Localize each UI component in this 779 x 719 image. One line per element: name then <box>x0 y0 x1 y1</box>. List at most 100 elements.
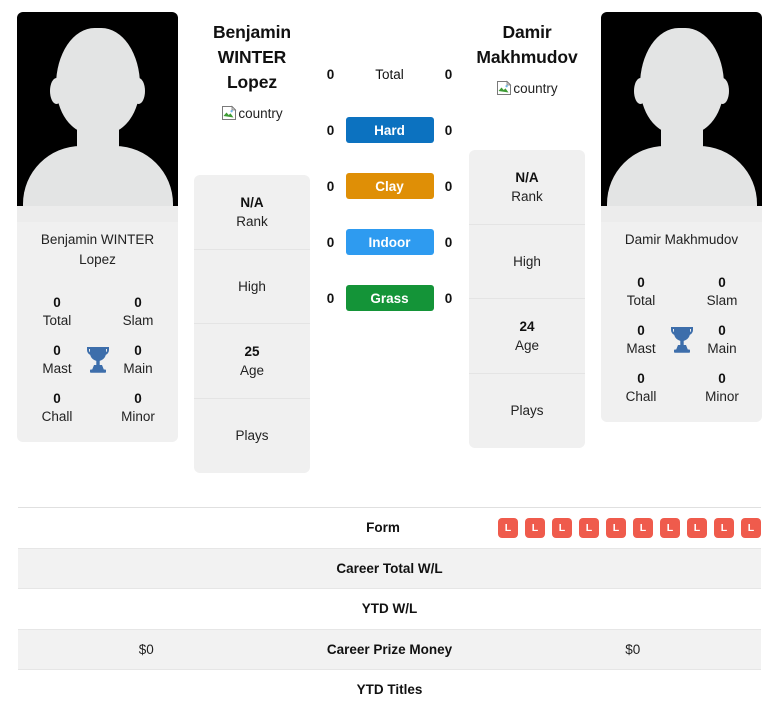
left-player-name-line2: WINTER Lopez <box>217 47 287 92</box>
right-titles-mast: 0 Mast <box>611 322 671 358</box>
right-titles-stats: 0 Total 0 Slam 0 Mast 0 Main 0 Chall 0 M… <box>601 256 762 422</box>
left-titles-stats: 0 Total 0 Slam 0 Mast 0 Main 0 Chall 0 M… <box>17 276 178 442</box>
left-player-name-line1: Benjamin <box>213 22 291 42</box>
left-titles-slam-value: 0 <box>134 295 142 310</box>
right-titles-main: 0 Main <box>692 322 752 358</box>
left-info-rank: N/A Rank <box>194 175 310 250</box>
left-player-name: Benjamin WINTER Lopez <box>194 20 310 95</box>
form-result-badge: L <box>525 517 545 538</box>
photo-bottom-strip <box>601 206 762 222</box>
right-country-flag-wrap: country <box>469 80 585 96</box>
left-titles-slam: 0 Slam <box>108 294 168 330</box>
left-titles-main-label: Main <box>123 361 153 376</box>
table-row-career-total-wl: Career Total W/L <box>18 547 761 588</box>
left-titles-chall-value: 0 <box>53 391 61 406</box>
table-row-career-prize-money: $0 Career Prize Money $0 <box>18 628 761 669</box>
left-titles-row-2: 0 Mast 0 Main <box>27 342 168 378</box>
right-info-plays-label: Plays <box>510 403 544 419</box>
career-prize-money-label: Career Prize Money <box>326 641 453 657</box>
left-country-alt-text: country <box>238 105 283 121</box>
right-player-photo <box>601 12 762 222</box>
left-player-card-name: Benjamin WINTER Lopez <box>40 232 155 267</box>
trophy-icon <box>85 344 111 374</box>
h2h-indoor-left-score: 0 <box>326 234 335 250</box>
right-titles-minor: 0 Minor <box>692 370 752 406</box>
left-titles-mast: 0 Mast <box>27 342 87 378</box>
right-info-age: 24 Age <box>469 299 585 374</box>
right-player-name-line1: Damir <box>502 22 552 42</box>
left-player-photo <box>17 12 178 222</box>
left-titles-minor-label: Minor <box>121 409 155 424</box>
right-player-name-line2: Makhmudov <box>476 47 578 67</box>
silhouette-ear-left-icon <box>634 78 647 104</box>
table-row-form: Form LLLLLLLLLL <box>18 507 761 548</box>
right-country-alt-text: country <box>513 80 558 96</box>
h2h-row-total: 0 Total 0 <box>320 60 460 88</box>
h2h-comparison-page: Benjamin WINTER Lopez 0 Total 0 Slam 0 M… <box>0 0 779 719</box>
table-row-ytd-wl: YTD W/L <box>18 588 761 629</box>
left-titles-main-value: 0 <box>134 343 142 358</box>
left-titles-mast-value: 0 <box>53 343 61 358</box>
left-info-plays: Plays <box>194 399 310 474</box>
silhouette-ear-left-icon <box>50 78 63 104</box>
career-prize-money-left-value: $0 <box>138 641 154 657</box>
left-player-column: Benjamin WINTER Lopez 0 Total 0 Slam 0 M… <box>17 12 178 442</box>
h2h-total-right-score: 0 <box>444 66 453 82</box>
h2h-indoor-badge[interactable]: Indoor <box>345 229 434 255</box>
left-titles-minor: 0 Minor <box>108 390 168 426</box>
ytd-wl-label: YTD W/L <box>361 601 418 617</box>
comparison-stats-table: Form LLLLLLLLLL Career Total W/L YTD W/L <box>18 507 761 710</box>
left-titles-row-1: 0 Total 0 Slam <box>27 294 168 330</box>
h2h-grass-left-score: 0 <box>326 290 335 306</box>
h2h-row-indoor: 0 Indoor 0 <box>320 228 460 256</box>
left-titles-total: 0 Total <box>27 294 87 330</box>
left-titles-main: 0 Main <box>108 342 168 378</box>
right-titles-minor-label: Minor <box>705 389 739 404</box>
career-prize-money-right-value: $0 <box>625 641 641 657</box>
left-info-high: High <box>194 250 310 324</box>
right-info-high-label: High <box>513 253 541 269</box>
right-titles-slam: 0 Slam <box>692 274 752 310</box>
h2h-indoor-right-score: 0 <box>444 234 453 250</box>
left-player-card[interactable]: Benjamin WINTER Lopez 0 Total 0 Slam 0 M… <box>17 12 178 442</box>
right-player-card[interactable]: Damir Makhmudov 0 Total 0 Slam 0 Mast 0 … <box>601 12 762 422</box>
right-titles-total: 0 Total <box>611 274 671 310</box>
h2h-hard-right-score: 0 <box>444 122 453 138</box>
h2h-hard-left-score: 0 <box>326 122 335 138</box>
form-result-badge: L <box>606 517 626 538</box>
h2h-row-grass: 0 Grass 0 <box>320 284 460 312</box>
left-player-info-column: Benjamin WINTER Lopez country N/A Rank H… <box>194 20 310 473</box>
ytd-titles-label: YTD Titles <box>356 682 423 698</box>
h2h-total-left-score: 0 <box>326 66 335 82</box>
right-player-column: Damir Makhmudov 0 Total 0 Slam 0 Mast 0 … <box>601 12 762 422</box>
left-info-age: 25 Age <box>194 324 310 399</box>
left-titles-chall-label: Chall <box>41 409 73 424</box>
form-result-badge: L <box>660 517 680 538</box>
right-titles-chall: 0 Chall <box>611 370 671 406</box>
h2h-grass-badge[interactable]: Grass <box>345 285 434 311</box>
right-titles-total-value: 0 <box>637 275 645 290</box>
silhouette-head-icon <box>639 28 724 134</box>
left-titles-row-3: 0 Chall 0 Minor <box>27 390 168 426</box>
right-player-card-name: Damir Makhmudov <box>624 232 739 247</box>
right-titles-slam-value: 0 <box>718 275 726 290</box>
left-titles-chall: 0 Chall <box>27 390 87 426</box>
right-info-age-label: Age <box>514 337 540 353</box>
right-info-plays: Plays <box>469 374 585 449</box>
silhouette-ear-right-icon <box>716 78 729 104</box>
career-prize-money-left-cell: $0 <box>18 642 275 657</box>
right-info-rank-label: Rank <box>511 188 543 204</box>
form-result-badge: L <box>714 517 734 538</box>
right-titles-mast-value: 0 <box>637 323 645 338</box>
left-titles-total-value: 0 <box>53 295 61 310</box>
left-info-rank-value: N/A <box>240 194 264 210</box>
left-titles-minor-value: 0 <box>134 391 142 406</box>
silhouette-ear-right-icon <box>132 78 145 104</box>
h2h-clay-badge[interactable]: Clay <box>345 173 434 199</box>
right-info-rank-value: N/A <box>515 169 539 185</box>
left-info-plays-label: Plays <box>235 428 269 444</box>
head-to-head-surfaces: 0 Total 0 0 Hard 0 0 Clay 0 0 Indoor 0 0 <box>310 60 469 340</box>
h2h-hard-badge[interactable]: Hard <box>345 117 434 143</box>
right-titles-main-label: Main <box>707 341 737 356</box>
form-row-label: Form <box>366 520 400 536</box>
